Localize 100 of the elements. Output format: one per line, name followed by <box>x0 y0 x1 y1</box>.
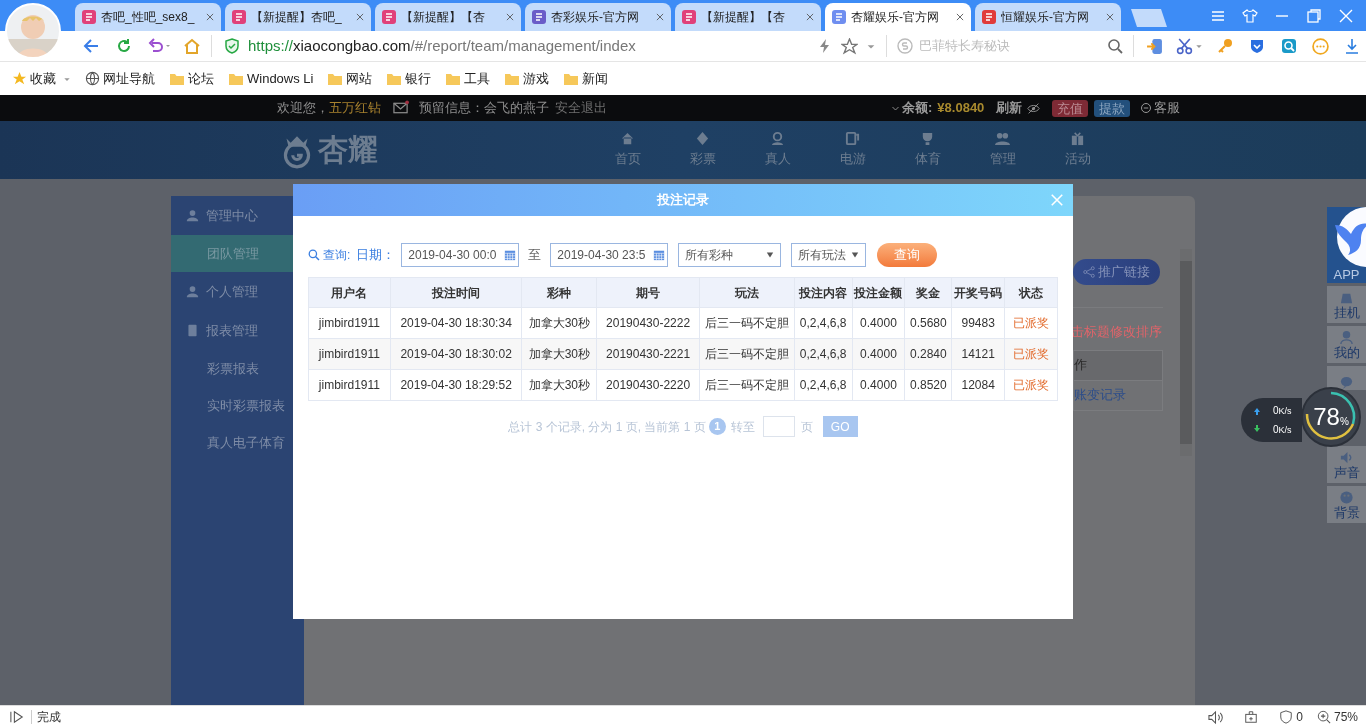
close-icon[interactable] <box>655 12 665 22</box>
scissors-icon[interactable] <box>1176 37 1193 55</box>
bookmark[interactable]: 网址导航 <box>85 68 155 89</box>
zoom-control[interactable]: 75% <box>1316 708 1358 726</box>
calendar-icon <box>504 249 517 261</box>
sidebar-icon <box>186 324 199 337</box>
logo-text: 杏耀 <box>318 135 378 165</box>
dock-icon <box>1339 489 1354 505</box>
close-icon[interactable] <box>955 12 965 22</box>
user-name: 五万红钻 <box>329 99 381 118</box>
upload-icon <box>1253 406 1261 415</box>
table-header-cell: 作 <box>1074 350 1162 380</box>
close-icon[interactable] <box>805 12 815 22</box>
more-icon[interactable] <box>1312 37 1329 55</box>
table-cell: 0.8520 <box>905 370 953 400</box>
lottery-select[interactable]: 所有彩种 <box>678 243 782 267</box>
column-header: 状态 <box>1017 284 1045 302</box>
date-field[interactable]: 2019-04-30 00:0 <box>401 243 520 267</box>
new-tab-icon[interactable] <box>1129 7 1169 29</box>
table-cell: 后三一码不定胆 <box>699 370 795 400</box>
calendar-icon <box>653 249 666 261</box>
eye-icon[interactable] <box>1027 101 1041 115</box>
table-cell: 0,2,4,6,8 <box>794 370 853 400</box>
speed-meter[interactable]: 0K/s 0K/s <box>1241 398 1302 442</box>
search-icon[interactable] <box>1107 38 1123 54</box>
bookmark[interactable]: 网站 <box>327 68 373 89</box>
table-cell: 加拿大30秒 <box>522 370 598 400</box>
magnifier-icon[interactable] <box>1281 38 1297 54</box>
favicon-icon <box>831 9 847 25</box>
adblock-counter[interactable]: 0 <box>1279 708 1303 726</box>
to-label: 至 <box>528 246 542 265</box>
nav-icon <box>770 131 785 147</box>
mail-icon[interactable] <box>393 100 409 116</box>
bookmark[interactable]: 银行 <box>386 68 432 89</box>
bookmark[interactable]: 游戏 <box>504 68 550 89</box>
undo-icon[interactable] <box>147 37 171 55</box>
table-cell: 20190430-2220 <box>597 370 700 400</box>
phone-icon[interactable] <box>1146 37 1163 55</box>
star-icon[interactable] <box>841 37 858 55</box>
bookmark[interactable]: 工具 <box>445 68 491 89</box>
balance-amount: ¥8.0840 <box>937 99 985 118</box>
nav-icon <box>920 131 935 147</box>
withdraw-button[interactable]: 提款 <box>1094 99 1131 117</box>
browser-tab[interactable]: 【新提醒】【杏 <box>375 3 521 31</box>
speaker-icon[interactable] <box>1208 709 1224 725</box>
query-label: 查询: <box>323 247 351 264</box>
caret-icon <box>851 251 860 259</box>
table-cell-text: 已派奖 <box>1012 377 1051 394</box>
back-icon[interactable] <box>83 37 101 55</box>
key-icon[interactable] <box>1217 38 1233 54</box>
sidebar-toggle-icon[interactable] <box>10 710 24 724</box>
balance-label: 余额: <box>902 99 933 118</box>
home-icon[interactable] <box>183 37 201 55</box>
pagination-summary: 总计 3 个记录, 分为 1 页, 当前第 1 页 <box>508 418 706 436</box>
browser-tab[interactable]: 【新提醒】【杏 <box>675 3 821 31</box>
bookmark[interactable]: 新闻 <box>563 68 609 89</box>
table-cell: jimbird1911 <box>309 370 391 400</box>
refresh-icon[interactable] <box>115 37 133 55</box>
date-field[interactable]: 2019-04-30 23:5 <box>550 243 669 267</box>
table-cell: 12084 <box>952 370 1006 400</box>
search-field[interactable]: 巴菲特长寿秘诀 <box>919 36 1089 56</box>
page-input[interactable] <box>762 416 795 437</box>
favicon-icon <box>531 9 547 25</box>
date-label: 日期： <box>356 246 396 265</box>
nav-icon <box>695 131 710 147</box>
close-icon[interactable] <box>1105 12 1115 22</box>
dialog-title: 投注记录 <box>657 191 709 210</box>
browser-tab[interactable]: 杏耀娱乐-官方网 <box>825 3 971 31</box>
caret-icon[interactable] <box>1195 42 1203 50</box>
bookmark[interactable]: 论坛 <box>169 68 214 89</box>
table-cell-text: 已派奖 <box>1012 315 1051 332</box>
download-icon[interactable] <box>1344 38 1360 54</box>
browser-tab[interactable]: 【新提醒】杏吧_ <box>225 3 371 31</box>
close-icon[interactable] <box>355 12 365 22</box>
goto-label: 转至 <box>730 418 755 436</box>
chat-icon <box>1140 102 1153 114</box>
shield-icon[interactable] <box>1249 38 1265 54</box>
play-select[interactable]: 所有玩法 <box>791 243 867 267</box>
favicon-icon <box>231 9 247 25</box>
reserved-info: 预留信息：会飞的燕子 <box>419 99 549 118</box>
sidebar-icon <box>186 209 199 222</box>
table-cell-text: 已派奖 <box>1012 346 1051 363</box>
browser-tab[interactable]: 恒耀娱乐-官方网 <box>975 3 1121 31</box>
browser-tab[interactable]: 杏彩娱乐-官方网 <box>525 3 671 31</box>
restore-icon[interactable] <box>1306 7 1322 24</box>
toolbox-icon[interactable] <box>1244 710 1259 724</box>
zoom-in-icon <box>1316 710 1331 724</box>
dock-item[interactable]: APP <box>1327 207 1366 283</box>
bookmark[interactable]: Windows Li <box>228 68 314 89</box>
service-link[interactable]: 客服 <box>1140 98 1181 118</box>
shirt-icon[interactable] <box>1242 7 1258 24</box>
close-icon[interactable] <box>205 12 215 22</box>
dock-icon <box>1339 375 1354 390</box>
address-field[interactable]: https://xiaocongbao.com/#/report/team/management/index <box>248 34 808 58</box>
bookmark[interactable]: 收藏 <box>12 68 71 89</box>
close-icon[interactable] <box>505 12 515 22</box>
shield-icon <box>1279 710 1294 724</box>
memory-gauge[interactable]: 78% <box>1301 387 1361 447</box>
browser-tab[interactable]: 杏吧_性吧_sex8_ <box>75 3 221 31</box>
dock-item[interactable] <box>1327 366 1366 390</box>
